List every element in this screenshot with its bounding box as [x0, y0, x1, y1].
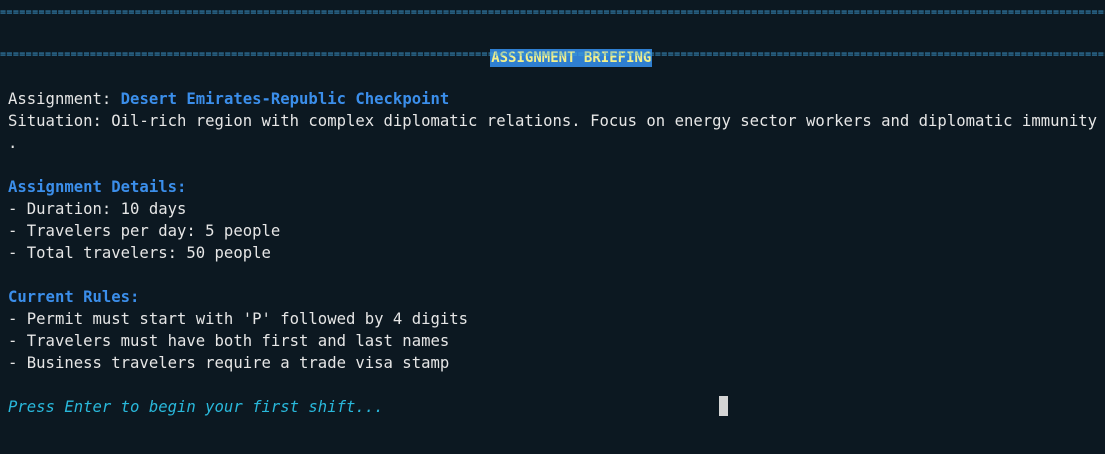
assignment-line: Assignment: Desert Emirates-Republic Che… — [8, 88, 449, 110]
terminal-window[interactable]: ========================================… — [0, 0, 1105, 454]
assignment-label: Assignment: — [8, 90, 121, 108]
rules-item-names: - Travelers must have both first and las… — [8, 332, 450, 350]
text-cursor — [719, 396, 728, 416]
situation-wrap-line: . — [8, 134, 18, 152]
header-rule-bottom: ========================================… — [0, 49, 1105, 60]
details-item-total: - Total travelers: 50 people — [8, 244, 271, 262]
situation-line: Situation: Oil-rich region with complex … — [8, 112, 1105, 130]
rules-heading: Current Rules: — [8, 288, 140, 306]
details-heading: Assignment Details: — [8, 178, 187, 196]
details-item-duration: - Duration: 10 days — [8, 200, 187, 218]
header-rule-top: ========================================… — [0, 7, 1105, 18]
details-item-per-day: - Travelers per day: 5 people — [8, 222, 281, 240]
assignment-name: Desert Emirates-Republic Checkpoint — [120, 90, 450, 108]
continue-prompt[interactable]: Press Enter to begin your first shift... — [8, 396, 384, 418]
rules-item-visa: - Business travelers require a trade vis… — [8, 354, 450, 372]
rules-item-permit: - Permit must start with 'P' followed by… — [8, 310, 469, 328]
